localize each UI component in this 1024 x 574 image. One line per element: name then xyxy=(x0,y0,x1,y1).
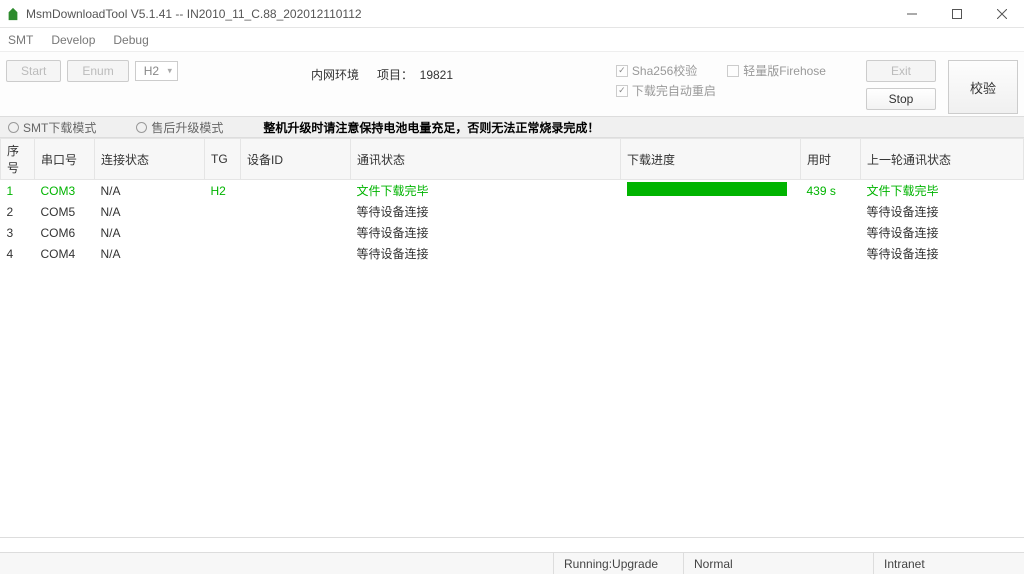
col-comm[interactable]: 通讯状态 xyxy=(351,139,621,180)
toolbar-center: 内网环境 项目： 19821 xyxy=(178,60,586,83)
col-conn[interactable]: 连接状态 xyxy=(95,139,205,180)
menu-debug[interactable]: Debug xyxy=(113,33,148,47)
device-table: 序号 串口号 连接状态 TG 设备ID 通讯状态 下载进度 用时 上一轮通讯状态… xyxy=(0,138,1024,264)
chevron-down-icon: ▾ xyxy=(168,66,173,77)
close-button[interactable] xyxy=(979,0,1024,27)
table-header-row: 序号 串口号 连接状态 TG 设备ID 通讯状态 下载进度 用时 上一轮通讯状态 xyxy=(1,139,1024,180)
radio-smt-mode[interactable]: SMT下载模式 xyxy=(8,119,96,136)
modebar: SMT下载模式 售后升级模式 整机升级时请注意保持电池电量充足，否则无法正常烧录… xyxy=(0,116,1024,138)
status-intranet: Intranet xyxy=(874,553,1024,574)
chk-firehose[interactable]: 轻量版Firehose xyxy=(727,62,826,79)
exit-button[interactable]: Exit xyxy=(866,60,936,82)
col-devid[interactable]: 设备ID xyxy=(241,139,351,180)
maximize-button[interactable] xyxy=(934,0,979,27)
app-logo-icon xyxy=(6,7,20,21)
menu-develop[interactable]: Develop xyxy=(51,33,95,47)
chk-reboot[interactable]: ✓下载完自动重启 xyxy=(616,82,716,99)
col-prog[interactable]: 下载进度 xyxy=(621,139,801,180)
mode-select[interactable]: H2 ▾ xyxy=(135,61,178,81)
toolbar: Start Enum H2 ▾ 内网环境 项目： 19821 ✓Sha256校验… xyxy=(0,52,1024,116)
radio-icon xyxy=(136,122,147,133)
verify-button[interactable]: 校验 xyxy=(948,60,1018,114)
radio-aftersale-mode[interactable]: 售后升级模式 xyxy=(136,119,223,136)
radio-icon xyxy=(8,122,19,133)
enum-button[interactable]: Enum xyxy=(67,60,128,82)
status-spacer xyxy=(0,553,554,574)
table-row[interactable]: 4COM4N/A等待设备连接等待设备连接 xyxy=(1,243,1024,264)
project-label: 项目： xyxy=(377,68,413,82)
minimize-button[interactable] xyxy=(889,0,934,27)
toolbar-right: Exit Stop xyxy=(866,60,942,110)
env-label: 内网环境 xyxy=(311,66,359,83)
toolbar-left: Start Enum H2 ▾ xyxy=(6,60,178,82)
start-button[interactable]: Start xyxy=(6,60,61,82)
checkbox-icon: ✓ xyxy=(616,65,628,77)
col-last[interactable]: 上一轮通讯状态 xyxy=(861,139,1024,180)
window-controls xyxy=(889,0,1024,27)
checkbox-icon xyxy=(727,65,739,77)
checkbox-icon: ✓ xyxy=(616,85,628,97)
device-table-wrap[interactable]: 序号 串口号 连接状态 TG 设备ID 通讯状态 下载进度 用时 上一轮通讯状态… xyxy=(0,138,1024,538)
table-row[interactable]: 1COM3N/AH2文件下载完毕439 s文件下载完毕 xyxy=(1,180,1024,202)
table-row[interactable]: 2COM5N/A等待设备连接等待设备连接 xyxy=(1,201,1024,222)
statusbar: Running:Upgrade Normal Intranet xyxy=(0,552,1024,574)
mode-select-value: H2 xyxy=(144,64,159,78)
warning-text: 整机升级时请注意保持电池电量充足，否则无法正常烧录完成！ xyxy=(263,119,599,136)
col-idx[interactable]: 序号 xyxy=(1,139,35,180)
project-value: 19821 xyxy=(420,68,453,82)
window-title: MsmDownloadTool V5.1.41 -- IN2010_11_C.8… xyxy=(26,7,889,21)
menubar: SMT Develop Debug xyxy=(0,28,1024,52)
stop-button[interactable]: Stop xyxy=(866,88,936,110)
table-row[interactable]: 3COM6N/A等待设备连接等待设备连接 xyxy=(1,222,1024,243)
toolbar-checks: ✓Sha256校验 轻量版Firehose ✓下载完自动重启 xyxy=(616,60,826,99)
status-normal: Normal xyxy=(684,553,874,574)
progress-bar xyxy=(627,182,787,196)
col-time[interactable]: 用时 xyxy=(801,139,861,180)
status-running: Running:Upgrade xyxy=(554,553,684,574)
menu-smt[interactable]: SMT xyxy=(8,33,33,47)
titlebar: MsmDownloadTool V5.1.41 -- IN2010_11_C.8… xyxy=(0,0,1024,28)
col-tg[interactable]: TG xyxy=(205,139,241,180)
chk-sha256[interactable]: ✓Sha256校验 xyxy=(616,62,697,79)
col-com[interactable]: 串口号 xyxy=(35,139,95,180)
